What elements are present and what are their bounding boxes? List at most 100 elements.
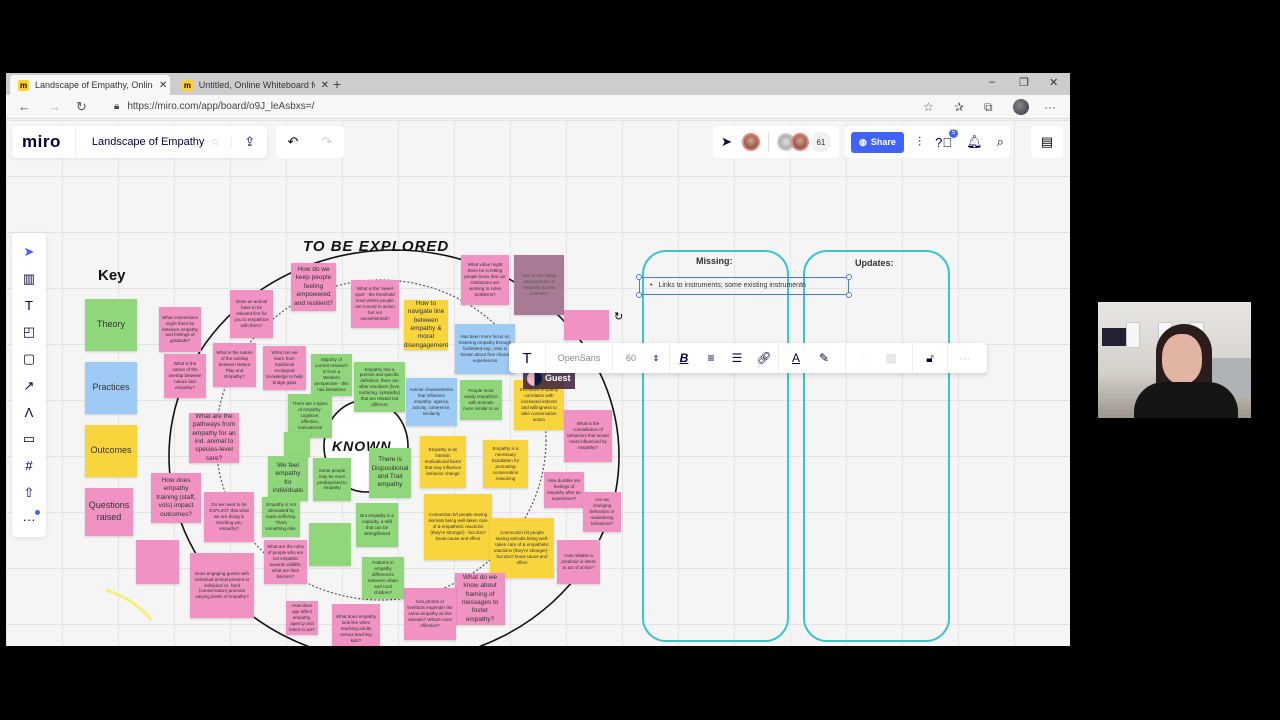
sticky-note[interactable]: Connection b/t people seeing animals bei… bbox=[424, 494, 492, 560]
sticky-note[interactable]: What can we learn from traditional ecolo… bbox=[263, 346, 306, 390]
sticky-note[interactable]: What do we know about framing of message… bbox=[455, 573, 505, 625]
sticky-note[interactable]: What are the roles of people who are not… bbox=[264, 540, 307, 584]
link-icon[interactable]: 🔗︎ bbox=[750, 343, 778, 373]
tab-title: Landscape of Empathy, Online W bbox=[35, 80, 153, 90]
sticky-note[interactable]: What is the nature of the overlap betwee… bbox=[164, 354, 206, 398]
sticky-note[interactable] bbox=[564, 310, 609, 340]
sticky-note[interactable]: Empathy is a necessary foundation for pr… bbox=[483, 440, 528, 488]
bullet-list-icon[interactable]: ☰ bbox=[724, 343, 750, 373]
sticky-note[interactable]: Has been more focus on fostering empathy… bbox=[455, 324, 515, 374]
sticky-note[interactable]: What does empathy look like when teachin… bbox=[332, 604, 380, 646]
sticky-note[interactable]: How do we adapt assessments of empathy a… bbox=[514, 255, 564, 315]
forward-button[interactable]: → bbox=[48, 99, 61, 114]
sticky-note[interactable]: Connection b/t people seeing animals bei… bbox=[490, 518, 554, 578]
sticky-note[interactable]: How do we keep people feeling empowered … bbox=[291, 263, 336, 311]
sticky-note[interactable]: How does empathy training (staff, vols) … bbox=[151, 473, 201, 523]
text-format-toolbar: T OpenSans 60 ⇕ B ≡ ☰ 🔗︎ A ✎ ◌ ▩ 🔓︎ ··· bbox=[509, 343, 987, 373]
tv bbox=[1102, 328, 1126, 346]
restore-button[interactable]: ❐ bbox=[1019, 76, 1029, 89]
sticky-note[interactable]: Majority of current research is from a W… bbox=[311, 354, 352, 396]
editing-text: Links to instruments; some existing inst… bbox=[658, 282, 806, 289]
resize-handle[interactable] bbox=[636, 274, 642, 280]
lock-icon[interactable]: 🔓︎ bbox=[913, 343, 947, 373]
sticky-note[interactable]: Some people may be more predisposed to e… bbox=[313, 458, 351, 501]
sticky-note[interactable]: People more easily empathize with animal… bbox=[460, 380, 502, 420]
more-menu-icon[interactable]: ··· bbox=[1044, 100, 1056, 114]
border-style-icon[interactable]: ◌ bbox=[846, 343, 880, 373]
text-type-icon[interactable]: T bbox=[509, 343, 545, 373]
favorites-list-icon[interactable]: ✰ bbox=[954, 100, 964, 114]
close-window-button[interactable]: ✕ bbox=[1049, 76, 1058, 89]
sticky-note[interactable] bbox=[284, 432, 310, 457]
key-practices[interactable]: Practices bbox=[85, 362, 137, 414]
refresh-button[interactable]: ↻ bbox=[76, 99, 87, 115]
font-size-stepper-icon[interactable]: ⇕ bbox=[649, 343, 663, 373]
favorite-star-icon[interactable]: ☆ bbox=[923, 100, 934, 114]
sticky-note[interactable]: We feel empathy for individuals bbox=[268, 456, 308, 501]
lock-icon: 🔒︎ bbox=[114, 101, 120, 112]
sticky-note[interactable]: Does an animal have to be relevant first… bbox=[230, 290, 273, 338]
collections-icon[interactable]: ⧉ bbox=[984, 100, 993, 115]
rotate-icon[interactable]: ↻ bbox=[614, 310, 623, 323]
updates-column[interactable] bbox=[803, 250, 950, 642]
key-theory[interactable]: Theory bbox=[85, 299, 137, 351]
bold-icon[interactable]: B bbox=[670, 343, 698, 373]
text-color-icon[interactable]: A bbox=[779, 343, 813, 373]
miro-favicon: m bbox=[18, 79, 29, 91]
sticky-note[interactable]: How does age affect empathy, agency and … bbox=[286, 601, 318, 635]
fill-color-icon[interactable]: ▩ bbox=[880, 343, 902, 373]
sticky-note[interactable]: What connections might there be between … bbox=[159, 307, 201, 352]
font-family-select[interactable]: OpenSans bbox=[546, 343, 612, 373]
sticky-note[interactable]: Empathy has a precise and specific defin… bbox=[354, 362, 405, 412]
sticky-note[interactable]: Does engaging guests with individual ani… bbox=[190, 553, 254, 618]
sticky-note[interactable]: What is the 'sweet spot' - the threshold… bbox=[351, 280, 399, 328]
highlighter-stroke bbox=[105, 588, 153, 621]
editing-text-box[interactable]: • Links to instruments; some existing ins… bbox=[636, 274, 852, 298]
sticky-note[interactable]: But empathy is a capacity, a skill that … bbox=[356, 503, 398, 547]
highlight-pen-icon[interactable]: ✎ bbox=[813, 343, 835, 373]
align-left-icon[interactable]: ≡ bbox=[698, 343, 724, 373]
room-window bbox=[1126, 322, 1140, 348]
missing-column[interactable] bbox=[642, 250, 789, 642]
sticky-note[interactable]: Animal characteristics that influence em… bbox=[406, 378, 457, 426]
tab-landscape-of-empathy[interactable]: m Landscape of Empathy, Online W ✕ bbox=[10, 75, 170, 95]
sticky-note[interactable] bbox=[136, 540, 179, 584]
person-body bbox=[1134, 382, 1238, 418]
sticky-note[interactable]: What is the nature of the overlap betwee… bbox=[213, 343, 256, 387]
close-tab-icon[interactable]: ✕ bbox=[159, 80, 167, 91]
tab-title: Untitled, Online Whiteboard for bbox=[198, 80, 315, 90]
miro-board-canvas[interactable]: miro Landscape of Empathy ☆ ⇪ ↶ ↷ ➤ 61 ◍… bbox=[6, 120, 1070, 646]
url-field[interactable]: 🔒︎ https://miro.com/app/board/o9J_leAsbx… bbox=[114, 101, 314, 112]
sticky-note[interactable]: Are we changing behaviors or maintaining… bbox=[583, 492, 621, 532]
more-options-icon[interactable]: ··· bbox=[948, 343, 982, 373]
browser-window: m Landscape of Empathy, Online W ✕ m Unt… bbox=[6, 73, 1070, 646]
sticky-note[interactable]: Patterns in empathy differences between … bbox=[362, 557, 404, 599]
profile-avatar[interactable] bbox=[1013, 99, 1029, 115]
bullet: • bbox=[650, 282, 653, 289]
key-heading: Key bbox=[98, 267, 126, 284]
back-button[interactable]: ← bbox=[18, 99, 31, 114]
sticky-note[interactable]: Empathy is not stimulated by mass suffer… bbox=[262, 497, 300, 537]
sticky-note[interactable]: What are the pathways from empathy for a… bbox=[189, 413, 239, 463]
close-tab-icon[interactable]: ✕ bbox=[321, 80, 329, 91]
sticky-note[interactable]: What is the constellation of behaviors t… bbox=[564, 410, 612, 462]
guest-name: Guest bbox=[545, 373, 571, 383]
resize-handle[interactable] bbox=[846, 274, 852, 280]
sticky-note[interactable]: Empathy is an intrinsic motivational fac… bbox=[420, 436, 466, 488]
sticky-note[interactable]: What value might there be in letting peo… bbox=[461, 255, 509, 305]
minimize-button[interactable]: – bbox=[989, 76, 995, 88]
key-outcomes[interactable]: Outcomes bbox=[85, 425, 137, 477]
sticky-note[interactable]: There is Dispositional and Trait empathy bbox=[369, 448, 411, 498]
sticky-note[interactable]: How to navigate line between empathy & m… bbox=[404, 300, 448, 350]
resize-handle[interactable] bbox=[636, 292, 642, 298]
font-size-input[interactable]: 60 bbox=[613, 343, 649, 373]
tab-untitled[interactable]: m Untitled, Online Whiteboard for ✕ bbox=[174, 75, 329, 95]
key-questions-raised[interactable]: Questions raised bbox=[85, 488, 133, 536]
sticky-note[interactable] bbox=[309, 523, 351, 566]
sticky-note[interactable]: Can photos or live/facts engender the sa… bbox=[404, 588, 456, 640]
sticky-note[interactable]: How reliable a predictor is intent to ac… bbox=[557, 540, 600, 584]
sticky-note[interactable]: Do we need to be EXPLICIT that what we a… bbox=[204, 492, 254, 542]
sticky-note[interactable]: How durable are feelings of empathy afte… bbox=[544, 472, 584, 508]
resize-handle[interactable] bbox=[846, 292, 852, 298]
new-tab-button[interactable]: + bbox=[333, 76, 341, 92]
